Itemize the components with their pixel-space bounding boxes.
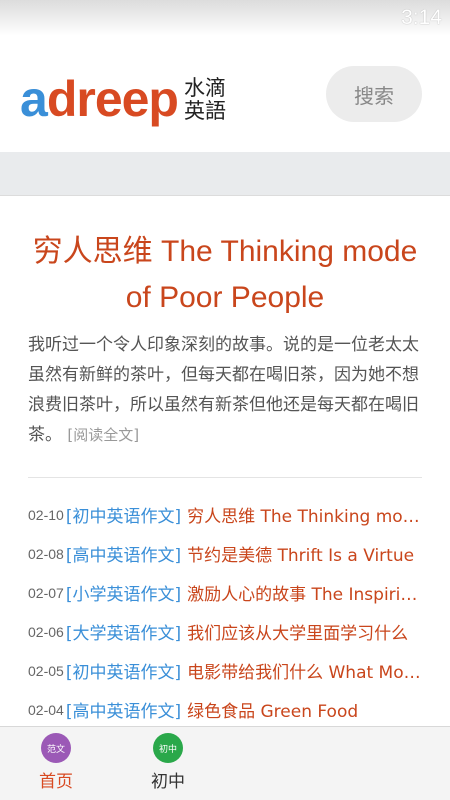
list-item-category[interactable]: [初中英语作文]	[66, 502, 181, 527]
bottom-nav: 范文 首页 初中 初中	[0, 726, 450, 800]
nav-home-label: 首页	[39, 772, 73, 792]
list-item-title[interactable]: 我们应该从大学里面学习什么	[187, 619, 422, 644]
list-item-title[interactable]: 电影带给我们什么 What Movies Bring Us	[187, 658, 422, 683]
list-item-date: 02-10	[28, 506, 64, 523]
banner-spacer	[0, 152, 450, 196]
list-item-category[interactable]: [大学英语作文]	[66, 619, 181, 644]
list-item-date: 02-05	[28, 662, 64, 679]
divider	[28, 477, 422, 478]
list-item-date: 02-04	[28, 701, 64, 718]
list-item[interactable]: 02-10 [初中英语作文] 穷人思维 The Thinking mode of…	[28, 495, 422, 534]
list-item-title[interactable]: 激励人心的故事 The Inspiring Story	[187, 580, 422, 605]
logo-chinese: 水滴 英語	[184, 77, 226, 124]
list-item-title[interactable]: 绿色食品 Green Food	[187, 697, 422, 722]
logo-chinese-line1: 水滴	[183, 76, 226, 100]
logo-word: dreep	[46, 71, 179, 127]
list-item-category[interactable]: [高中英语作文]	[66, 541, 181, 566]
logo-chinese-line2: 英語	[183, 99, 226, 123]
status-bar: 3:14	[0, 0, 450, 36]
essay-icon: 范文	[41, 733, 71, 763]
list-item-date: 02-08	[28, 545, 64, 562]
list-item[interactable]: 02-07 [小学英语作文] 激励人心的故事 The Inspiring Sto…	[28, 573, 422, 612]
search-button[interactable]: 搜索	[326, 66, 422, 122]
list-item[interactable]: 02-04 [高中英语作文] 绿色食品 Green Food	[28, 690, 422, 729]
list-item[interactable]: 02-06 [大学英语作文] 我们应该从大学里面学习什么	[28, 612, 422, 651]
nav-junior[interactable]: 初中 初中	[138, 733, 198, 792]
list-item-date: 02-06	[28, 623, 64, 640]
header: a dreep 水滴 英語 搜索	[0, 36, 450, 152]
list-item[interactable]: 02-05 [初中英语作文] 电影带给我们什么 What Movies Brin…	[28, 651, 422, 690]
list-item-title[interactable]: 穷人思维 The Thinking mode of Poor People	[187, 502, 422, 527]
nav-junior-label: 初中	[151, 772, 185, 792]
list-item[interactable]: 02-08 [高中英语作文] 节约是美德 Thrift Is a Virtue	[28, 534, 422, 573]
article-list: 02-10 [初中英语作文] 穷人思维 The Thinking mode of…	[28, 495, 422, 729]
article-title[interactable]: 穷人思维 The Thinking mode of Poor People	[22, 229, 428, 321]
list-item-date: 02-07	[28, 584, 64, 601]
list-item-title[interactable]: 节约是美德 Thrift Is a Virtue	[187, 541, 422, 566]
read-more-link[interactable]: [阅读全文]	[67, 426, 139, 444]
list-item-category[interactable]: [小学英语作文]	[66, 580, 181, 605]
article-summary: 我听过一个令人印象深刻的故事。说的是一位老太太虽然有新鲜的茶叶，但每天都在喝旧茶…	[28, 330, 420, 450]
junior-icon: 初中	[153, 733, 183, 763]
site-logo[interactable]: a dreep 水滴 英語	[20, 68, 226, 124]
nav-home[interactable]: 范文 首页	[26, 733, 86, 792]
status-time: 3:14	[401, 6, 442, 29]
list-item-category[interactable]: [高中英语作文]	[66, 697, 181, 722]
list-item-category[interactable]: [初中英语作文]	[66, 658, 181, 683]
logo-letter-a: a	[20, 71, 48, 127]
